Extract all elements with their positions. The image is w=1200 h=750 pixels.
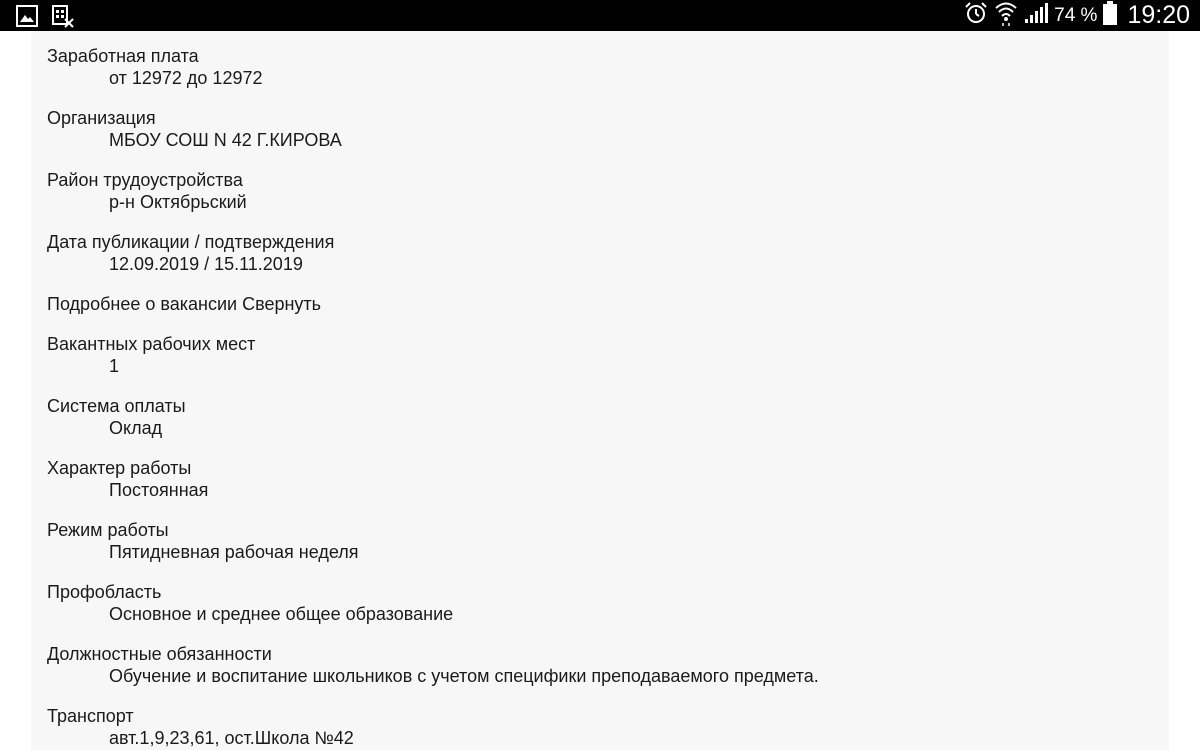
clock: 19:20 [1127,1,1190,29]
duties-value: Обучение и воспитание школьников с учето… [109,666,819,686]
organization-value: МБОУ СОШ N 42 Г.КИРОВА [109,130,342,150]
organization-label: Организация [47,108,156,128]
vacant-places-label: Вакантных рабочих мест [47,334,256,354]
signal-icon [1024,2,1049,29]
transport-value: авт.1,9,23,61, ост.Школа №42 [109,728,354,748]
district-field: Район трудоустройства р-н Октябрьский [47,169,1147,213]
status-bar-left [16,4,74,33]
details-toggle-row: Подробнее о вакансии Свернуть [47,293,321,315]
dates-field: Дата публикации / подтверждения 12.09.20… [47,231,1147,275]
salary-label: Заработная плата [47,46,199,66]
work-nature-field: Характер работы Постоянная [47,457,1147,501]
duties-label: Должностные обязанности [47,644,272,664]
salary-value: от 12972 до 12972 [109,68,263,88]
details-toggle-label: Подробнее о вакансии [47,294,243,314]
professional-area-field: Профобласть Основное и среднее общее обр… [47,581,1147,625]
battery-percent: 74 % [1054,4,1098,26]
professional-area-value: Основное и среднее общее образование [109,604,454,624]
dates-value: 12.09.2019 / 15.11.2019 [109,254,303,274]
gallery-icon [16,5,38,32]
salary-field: Заработная плата от 12972 до 12972 [47,45,1147,89]
vacant-places-field: Вакантных рабочих мест 1 [47,333,1147,377]
transport-field: Транспорт авт.1,9,23,61, ост.Школа №42 [47,705,1147,749]
professional-area-label: Профобласть [47,582,162,602]
work-nature-value: Постоянная [109,480,209,500]
district-value: р-н Октябрьский [109,192,247,212]
district-label: Район трудоустройства [47,170,243,190]
work-mode-field: Режим работы Пятидневная рабочая неделя [47,519,1147,563]
status-bar-right: 74 % 19:20 [964,0,1190,31]
vacant-places-value: 1 [109,356,120,376]
payment-system-value: Оклад [109,418,163,438]
duties-field: Должностные обязанности Обучение и воспи… [47,643,1147,687]
work-mode-label: Режим работы [47,520,169,540]
work-mode-value: Пятидневная рабочая неделя [109,542,359,562]
organization-field: Организация МБОУ СОШ N 42 Г.КИРОВА [47,107,1147,151]
wifi-icon [994,0,1018,31]
payment-system-label: Система оплаты [47,396,186,416]
battery-icon [1103,1,1118,30]
collapse-link[interactable]: Свернуть [242,294,321,314]
payment-system-field: Система оплаты Оклад [47,395,1147,439]
transport-label: Транспорт [47,706,134,726]
status-bar: 74 % 19:20 [0,0,1200,31]
work-nature-label: Характер работы [47,458,192,478]
dates-label: Дата публикации / подтверждения [47,232,335,252]
vacancy-details: Заработная плата от 12972 до 12972 Орган… [31,31,1169,750]
alarm-icon [964,1,988,30]
sim-toolkit-icon [52,4,74,33]
